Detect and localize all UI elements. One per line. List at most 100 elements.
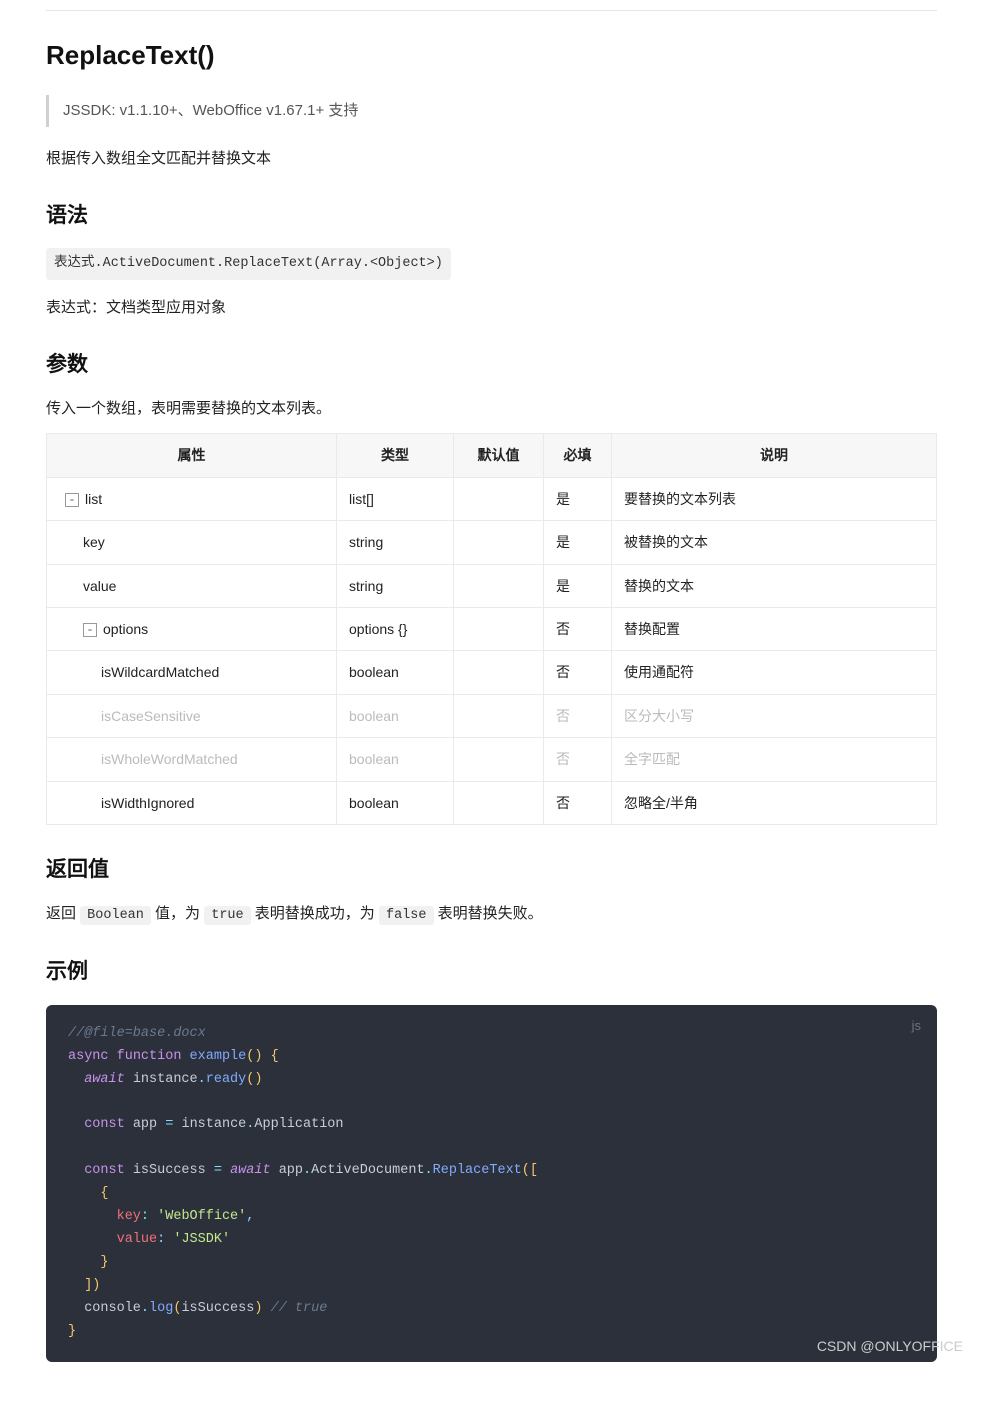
cell-desc: 替换的文本: [612, 564, 937, 607]
params-intro: 传入一个数组，表明需要替换的文本列表。: [46, 397, 937, 421]
th-type: 类型: [337, 434, 454, 477]
id-app: app: [279, 1163, 303, 1178]
id-issuccess: isSuccess: [133, 1163, 206, 1178]
return-text: 值，为: [151, 905, 204, 922]
cell-default: [454, 781, 544, 824]
cell-desc: 替换配置: [612, 607, 937, 650]
cell-type: boolean: [337, 651, 454, 694]
cell-prop: key: [47, 521, 337, 564]
str-weboffice: 'WebOffice': [157, 1209, 246, 1224]
th-prop: 属性: [47, 434, 337, 477]
cell-default: [454, 694, 544, 737]
prop-name: list: [85, 491, 102, 507]
cell-desc: 被替换的文本: [612, 521, 937, 564]
kw-await: await: [230, 1163, 271, 1178]
cell-type: string: [337, 521, 454, 564]
page-title: ReplaceText(): [46, 35, 937, 77]
cell-required: 是: [544, 477, 612, 520]
cell-type: list[]: [337, 477, 454, 520]
cell-type: options {}: [337, 607, 454, 650]
table-row: isWildcardMatchedboolean否使用通配符: [47, 651, 937, 694]
table-row: isCaseSensitiveboolean 否区分大小写: [47, 694, 937, 737]
cell-required: 是: [544, 564, 612, 607]
id-instance: instance: [181, 1117, 246, 1132]
kw-function: function: [117, 1049, 182, 1064]
cell-required: 否: [544, 694, 612, 737]
syntax-note: 表达式：文档类型应用对象: [46, 296, 937, 320]
kw-await: await: [84, 1072, 125, 1087]
table-row: -options options {} 否替换配置: [47, 607, 937, 650]
cell-desc: 区分大小写: [612, 694, 937, 737]
return-text: 表明替换失败。: [434, 905, 543, 922]
fn-name: example: [190, 1049, 247, 1064]
return-text: 表明替换成功，为: [251, 905, 379, 922]
cell-required: 否: [544, 607, 612, 650]
cell-type: boolean: [337, 781, 454, 824]
return-description: 返回 Boolean 值，为 true 表明替换成功，为 false 表明替换失…: [46, 902, 937, 927]
return-false: false: [379, 906, 434, 925]
prop-name: isWholeWordMatched: [101, 751, 238, 767]
cell-required: 否: [544, 781, 612, 824]
cell-default: [454, 521, 544, 564]
cell-prop: value: [47, 564, 337, 607]
cell-type: boolean: [337, 694, 454, 737]
code-comment: // true: [271, 1301, 328, 1316]
cell-prop: isCaseSensitive: [47, 694, 337, 737]
cell-desc: 要替换的文本列表: [612, 477, 937, 520]
cell-default: [454, 564, 544, 607]
description: 根据传入数组全文匹配并替换文本: [46, 147, 937, 171]
prop-name: key: [83, 534, 105, 550]
params-heading: 参数: [46, 348, 937, 382]
m-replacetext: ReplaceText: [433, 1163, 522, 1178]
id-console: console: [84, 1301, 141, 1316]
kw-const: const: [84, 1163, 125, 1178]
id-app: app: [133, 1117, 157, 1132]
table-row: key string 是被替换的文本: [47, 521, 937, 564]
cell-required: 否: [544, 738, 612, 781]
code-comment: //@file=base.docx: [68, 1026, 206, 1041]
prop-name: options: [103, 621, 148, 637]
str-jssdk: 'JSSDK': [173, 1232, 230, 1247]
m-log: log: [149, 1301, 173, 1316]
table-row: isWholeWordMatchedboolean否全字匹配: [47, 738, 937, 781]
example-heading: 示例: [46, 955, 937, 989]
cell-default: [454, 477, 544, 520]
return-heading: 返回值: [46, 853, 937, 887]
tree-toggle-icon[interactable]: -: [65, 493, 79, 507]
cell-default: [454, 738, 544, 781]
top-divider: [46, 10, 937, 11]
prop-key: key: [117, 1209, 141, 1224]
table-row: value string 是替换的文本: [47, 564, 937, 607]
cell-prop: isWidthIgnored: [47, 781, 337, 824]
cell-desc: 忽略全/半角: [612, 781, 937, 824]
th-desc: 说明: [612, 434, 937, 477]
code-block: js //@file=base.docx async function examp…: [46, 1005, 937, 1362]
prop-name: isWildcardMatched: [101, 664, 219, 680]
watermark: CSDN @ONLYOFFICE: [817, 1335, 963, 1357]
syntax-expression: 表达式.ActiveDocument.ReplaceText(Array.<Ob…: [46, 248, 451, 280]
prop-value: value: [117, 1232, 158, 1247]
return-text: 返回: [46, 905, 80, 922]
prop-name: value: [83, 578, 116, 594]
cell-type: boolean: [337, 738, 454, 781]
cell-prop: isWholeWordMatched: [47, 738, 337, 781]
cell-desc: 使用通配符: [612, 651, 937, 694]
m-ready: ready: [206, 1072, 247, 1087]
table-row: -list list[] 是要替换的文本列表: [47, 477, 937, 520]
cell-type: string: [337, 564, 454, 607]
table-row: isWidthIgnored boolean 否忽略全/半角: [47, 781, 937, 824]
m-activedoc: ActiveDocument: [311, 1163, 424, 1178]
cell-prop: isWildcardMatched: [47, 651, 337, 694]
syntax-heading: 语法: [46, 199, 937, 233]
table-header-row: 属性 类型 默认值 必填 说明: [47, 434, 937, 477]
prop-name: isWidthIgnored: [101, 795, 194, 811]
code-lang: js: [912, 1015, 921, 1037]
m-application: Application: [254, 1117, 343, 1132]
id-instance: instance: [133, 1072, 198, 1087]
kw-const: const: [84, 1117, 125, 1132]
kw-async: async: [68, 1049, 109, 1064]
cell-default: [454, 607, 544, 650]
return-boolean: Boolean: [80, 906, 151, 925]
cell-required: 是: [544, 521, 612, 564]
tree-toggle-icon[interactable]: -: [83, 623, 97, 637]
